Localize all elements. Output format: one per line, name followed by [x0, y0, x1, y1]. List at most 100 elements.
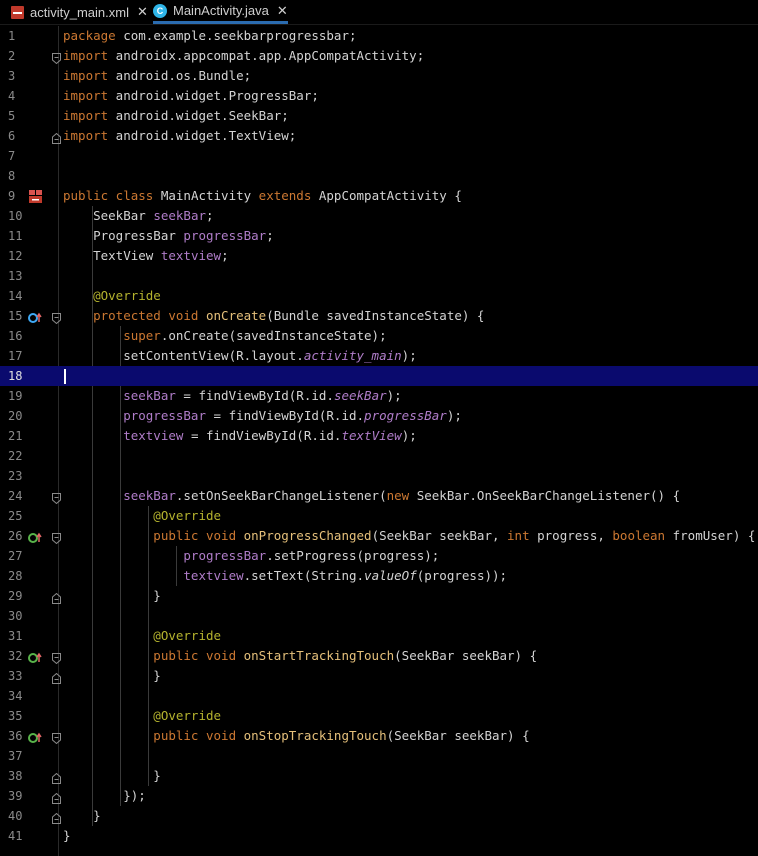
code-line[interactable]: 20 progressBar = findViewById(R.id.progr… [0, 406, 758, 426]
line-number: 19 [8, 389, 23, 403]
code-line[interactable]: 2 import androidx.appcompat.app.AppCompat… [0, 46, 758, 66]
code-token: protected void [63, 308, 206, 323]
code-line[interactable]: 34 [0, 686, 758, 706]
implement-method-icon[interactable] [28, 730, 44, 743]
fold-end-icon[interactable] [52, 790, 61, 804]
code-line[interactable]: 11 ProgressBar progressBar; [0, 226, 758, 246]
code-line[interactable]: 13 [0, 266, 758, 286]
code-line[interactable]: 21 textview = findViewById(R.id.textView… [0, 426, 758, 446]
close-icon[interactable]: ✕ [137, 4, 148, 20]
code-token: } [63, 808, 101, 823]
code-line[interactable]: 41} [0, 826, 758, 846]
fold-collapse-icon[interactable] [52, 50, 61, 65]
code-token: progressBar [63, 548, 267, 563]
line-number: 36 [8, 729, 23, 743]
line-number: 22 [8, 449, 23, 463]
code-line[interactable]: 8 [0, 166, 758, 186]
code-text: import android.widget.ProgressBar; [63, 86, 319, 106]
tab-main-activity-java[interactable]: C MainActivity.java ✕ [153, 0, 288, 24]
code-token: SeekBar [63, 208, 154, 223]
close-icon[interactable]: ✕ [277, 3, 288, 19]
code-line[interactable]: 26 public void onProgressChanged(SeekBar… [0, 526, 758, 546]
code-line[interactable]: 37 [0, 746, 758, 766]
fold-collapse-icon[interactable] [52, 310, 61, 325]
code-text: import androidx.appcompat.app.AppCompatA… [63, 46, 424, 66]
code-token: textview [63, 568, 244, 583]
line-number: 41 [8, 829, 23, 843]
code-line[interactable]: 27 progressBar.setProgress(progress); [0, 546, 758, 566]
code-line[interactable]: 35 @Override [0, 706, 758, 726]
code-text: textview = findViewById(R.id.textView); [63, 426, 417, 446]
class-run-icon[interactable] [28, 190, 44, 203]
code-token: android.os.Bundle; [108, 68, 252, 83]
code-token: onStartTrackingTouch [243, 648, 395, 663]
code-line[interactable]: 9 public class MainActivity extends AppCo… [0, 186, 758, 206]
code-line[interactable]: 30 [0, 606, 758, 626]
code-line[interactable]: 23 [0, 466, 758, 486]
code-token: TextView [63, 248, 161, 263]
implement-method-icon[interactable] [28, 530, 44, 543]
code-line[interactable]: 16 super.onCreate(savedInstanceState); [0, 326, 758, 346]
code-line[interactable]: 32 public void onStartTrackingTouch(Seek… [0, 646, 758, 666]
code-line[interactable]: 33 } [0, 666, 758, 686]
fold-end-icon[interactable] [52, 670, 61, 684]
code-text: seekBar.setOnSeekBarChangeListener(new S… [63, 486, 680, 506]
code-line[interactable]: 39 }); [0, 786, 758, 806]
code-line[interactable]: 15 protected void onCreate(Bundle savedI… [0, 306, 758, 326]
code-line[interactable]: 29 } [0, 586, 758, 606]
code-line[interactable]: 22 [0, 446, 758, 466]
fold-collapse-icon[interactable] [52, 530, 61, 545]
text-caret [64, 369, 66, 384]
fold-collapse-icon[interactable] [52, 730, 61, 745]
code-token: public class [63, 188, 154, 203]
fold-end-icon[interactable] [52, 590, 61, 604]
code-line[interactable]: 24 seekBar.setOnSeekBarChangeListener(ne… [0, 486, 758, 506]
code-line[interactable]: 3 import android.os.Bundle; [0, 66, 758, 86]
code-line[interactable]: 1 package com.example.seekbarprogressbar; [0, 26, 758, 46]
override-method-icon[interactable] [28, 310, 44, 323]
code-line[interactable]: 36 public void onStopTrackingTouch(SeekB… [0, 726, 758, 746]
code-line[interactable]: 38 } [0, 766, 758, 786]
tab-activity-main-xml[interactable]: activity_main.xml ✕ [10, 0, 148, 24]
fold-end-icon[interactable] [52, 810, 61, 824]
fold-end-icon[interactable] [52, 130, 61, 144]
code-token: seekBar [153, 208, 206, 223]
code-line[interactable]: 10 SeekBar seekBar; [0, 206, 758, 226]
code-line[interactable]: 12 TextView textview; [0, 246, 758, 266]
code-token: AppCompatActivity { [311, 188, 462, 203]
code-line[interactable]: 28 textview.setText(String.valueOf(progr… [0, 566, 758, 586]
code-text: @Override [63, 286, 161, 306]
code-line[interactable]: 31 @Override [0, 626, 758, 646]
code-token: = findViewById(R.id. [175, 388, 334, 403]
code-line[interactable]: 4 import android.widget.ProgressBar; [0, 86, 758, 106]
code-token: seekBar [333, 388, 387, 403]
code-text: TextView textview; [63, 246, 229, 266]
code-line[interactable]: 18 [0, 366, 758, 386]
code-line[interactable]: 19 seekBar = findViewById(R.id.seekBar); [0, 386, 758, 406]
code-line[interactable]: 17 setContentView(R.layout.activity_main… [0, 346, 758, 366]
fold-end-icon[interactable] [52, 770, 61, 784]
line-number: 1 [8, 29, 16, 43]
code-token: extends [258, 188, 312, 203]
code-token: ); [401, 428, 417, 443]
code-line[interactable]: 14 @Override [0, 286, 758, 306]
code-token: .setOnSeekBarChangeListener( [175, 488, 387, 503]
code-token: @Override [63, 508, 222, 523]
code-token: } [63, 828, 71, 843]
fold-collapse-icon[interactable] [52, 490, 61, 505]
code-line[interactable]: 40 } [0, 806, 758, 826]
code-token: android.widget.SeekBar; [108, 108, 289, 123]
code-token: fromUser) { [665, 528, 756, 543]
code-line[interactable]: 5 import android.widget.SeekBar; [0, 106, 758, 126]
code-line[interactable]: 6 import android.widget.TextView; [0, 126, 758, 146]
code-editor[interactable]: 1 package com.example.seekbarprogressbar;… [0, 26, 758, 856]
tab-label: MainActivity.java [173, 3, 269, 18]
code-line[interactable]: 25 @Override [0, 506, 758, 526]
code-token: .setText(String. [243, 568, 365, 583]
code-token: @Override [63, 288, 161, 303]
fold-collapse-icon[interactable] [52, 650, 61, 665]
implement-method-icon[interactable] [28, 650, 44, 663]
code-line[interactable]: 7 [0, 146, 758, 166]
code-token: textview [63, 428, 184, 443]
code-token: progressBar [183, 228, 267, 243]
